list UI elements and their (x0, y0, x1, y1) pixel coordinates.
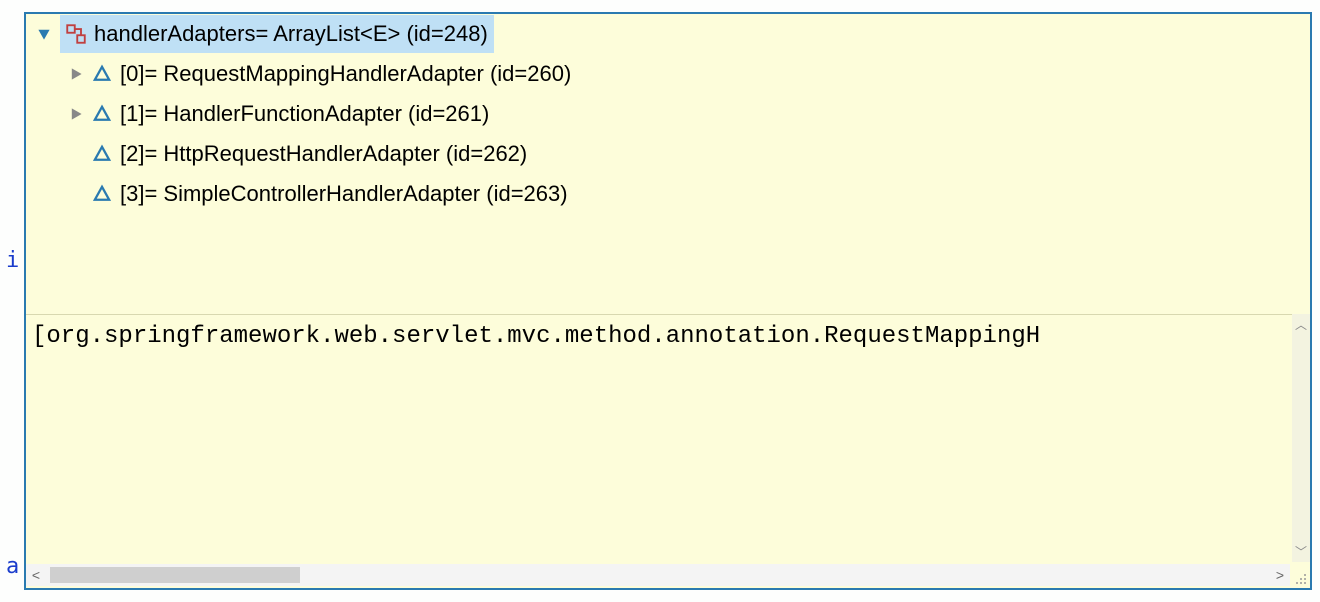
expand-toggle-closed[interactable] (64, 102, 88, 126)
scrollbar-track[interactable] (46, 567, 1270, 583)
detail-pane[interactable]: [org.springframework.web.servlet.mvc.met… (26, 314, 1292, 562)
editor-gutter: i a (0, 0, 24, 602)
scroll-up-icon[interactable]: ︿ (1295, 314, 1307, 335)
tree-node-label: [3]= SimpleControllerHandlerAdapter (id=… (120, 174, 568, 214)
variables-popup-panel: handlerAdapters= ArrayList<E> (id=248) [… (24, 12, 1312, 590)
horizontal-scrollbar[interactable]: < > (26, 564, 1290, 586)
element-icon (92, 184, 112, 204)
variable-object-icon (66, 24, 86, 44)
debug-inspector-window: i a handlerAdapter (0, 0, 1320, 602)
tree-node-label: [2]= HttpRequestHandlerAdapter (id=262) (120, 134, 527, 174)
tree-row-item[interactable]: [1]= HandlerFunctionAdapter (id=261) (26, 94, 1310, 134)
tree-node-label: handlerAdapters= ArrayList<E> (id=248) (94, 14, 488, 54)
tree-node-label: [1]= HandlerFunctionAdapter (id=261) (120, 94, 489, 134)
element-icon (92, 104, 112, 124)
gutter-char: i (6, 248, 19, 273)
scrollbar-thumb[interactable] (50, 567, 300, 583)
expand-toggle-none (64, 182, 88, 206)
resize-grip-icon[interactable] (1292, 570, 1308, 586)
scroll-down-icon[interactable]: ﹀ (1295, 541, 1307, 562)
expand-toggle-closed[interactable] (64, 62, 88, 86)
gutter-char: a (6, 554, 19, 579)
tree-row-item[interactable]: [2]= HttpRequestHandlerAdapter (id=262) (26, 134, 1310, 174)
scroll-left-icon[interactable]: < (26, 567, 46, 583)
variables-tree[interactable]: handlerAdapters= ArrayList<E> (id=248) [… (26, 14, 1310, 294)
expand-toggle-open[interactable] (32, 22, 56, 46)
scroll-right-icon[interactable]: > (1270, 567, 1290, 583)
tree-row-item[interactable]: [0]= RequestMappingHandlerAdapter (id=26… (26, 54, 1310, 94)
detail-text: [org.springframework.web.servlet.mvc.met… (26, 315, 1292, 354)
element-icon (92, 64, 112, 84)
tree-row-item[interactable]: [3]= SimpleControllerHandlerAdapter (id=… (26, 174, 1310, 214)
vertical-scrollbar[interactable]: ︿ ﹀ (1292, 314, 1310, 562)
tree-node-label: [0]= RequestMappingHandlerAdapter (id=26… (120, 54, 571, 94)
element-icon (92, 144, 112, 164)
tree-row-root[interactable]: handlerAdapters= ArrayList<E> (id=248) (26, 14, 1310, 54)
expand-toggle-none (64, 142, 88, 166)
